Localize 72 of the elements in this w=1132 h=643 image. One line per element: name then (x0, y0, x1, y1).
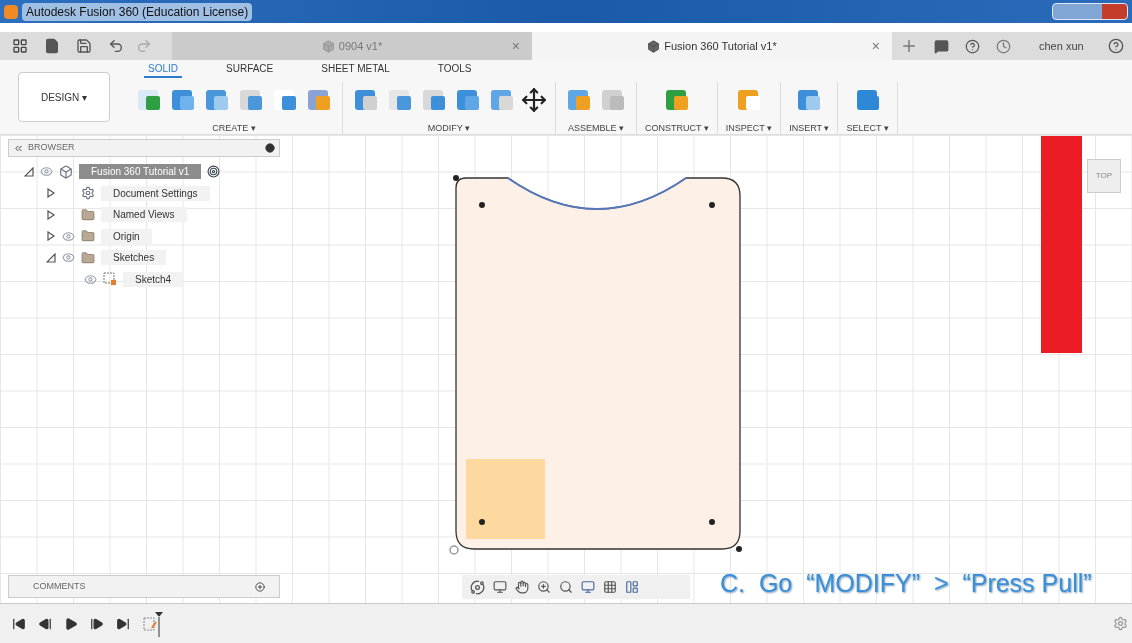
save-icon[interactable] (76, 38, 92, 54)
tool-group-menu[interactable]: MODIFY ▾ (427, 122, 471, 136)
tree-item[interactable]: Document Settings (101, 185, 210, 201)
user-name[interactable]: chen xun (1039, 37, 1084, 55)
folder-icon (81, 229, 95, 244)
next-step-icon[interactable] (90, 616, 104, 631)
panel-title: BROWSER (28, 141, 75, 155)
document-icon (647, 39, 661, 53)
fit-icon[interactable] (559, 580, 573, 594)
tab-title: Fusion 360 Tutorial v1* (664, 38, 777, 54)
canvas[interactable]: BROWSER Fusion 360 Tutorial v1 Document Settings Named Views Origin Sketches Sketch4 TOP COMMENTS C. Go “MODIFY” > “Press Pull” (0, 135, 1132, 603)
caption-text: C. Go “MODIFY” > “Press Pull” (720, 568, 1092, 599)
eye-icon[interactable] (62, 251, 75, 265)
active-indicator-icon[interactable] (207, 165, 221, 179)
component-icon (59, 164, 73, 179)
eye-icon[interactable] (84, 272, 97, 286)
tree-item[interactable]: Sketches (101, 250, 167, 266)
pan-icon[interactable] (515, 580, 529, 594)
last-step-icon[interactable] (116, 616, 130, 631)
toolbar-tab[interactable]: TOOLS (433, 61, 476, 78)
tree-item[interactable]: Origin (101, 228, 152, 244)
undo-icon[interactable] (108, 38, 124, 54)
move-icon[interactable] (521, 87, 547, 113)
zoom-icon[interactable] (537, 580, 551, 594)
new-tab-icon[interactable] (900, 37, 918, 55)
panel-title: COMMENTS (33, 579, 86, 593)
apps-grid-icon[interactable] (12, 38, 28, 54)
tree-item[interactable]: Named Views (101, 207, 187, 223)
tool-group-menu[interactable]: CONSTRUCT ▾ (645, 122, 709, 136)
expanded-triangle-icon[interactable] (46, 252, 56, 263)
collapsed-triangle-icon[interactable] (46, 209, 56, 220)
eye-icon[interactable] (40, 165, 53, 179)
tool-group-menu[interactable]: CREATE ▾ (212, 122, 256, 136)
settings-icon[interactable] (1113, 616, 1128, 631)
toolbar-tab[interactable]: SOLID (144, 61, 182, 78)
tool-group-menu[interactable]: INSPECT ▾ (725, 122, 773, 136)
minimize-panel-icon[interactable] (265, 143, 275, 153)
workspace-menu-button[interactable]: DESIGN ▾ (18, 72, 110, 122)
chat-icon[interactable] (934, 38, 949, 54)
clock-icon[interactable] (996, 38, 1011, 54)
expand-panel-icon[interactable] (255, 581, 265, 592)
orbit-icon[interactable] (470, 579, 485, 595)
close-tab-button[interactable]: × (871, 35, 880, 57)
first-step-icon[interactable] (12, 616, 26, 631)
toolbar-tab[interactable]: SHEET METAL (317, 61, 394, 78)
tree-item[interactable]: Sketch4 (123, 271, 184, 287)
eye-icon[interactable] (62, 229, 75, 243)
play-icon[interactable] (64, 616, 78, 631)
file-menu-icon[interactable] (44, 38, 60, 54)
collapsed-triangle-icon[interactable] (46, 231, 56, 242)
expanded-triangle-icon[interactable] (24, 166, 34, 177)
help-icon[interactable] (1107, 38, 1124, 54)
previous-step-icon[interactable] (38, 616, 52, 631)
window-controls-icon[interactable] (1052, 3, 1128, 20)
document-tab[interactable]: Fusion 360 Tutorial v1* × (532, 32, 892, 60)
tool-group-menu[interactable]: ASSEMBLE ▾ (568, 122, 624, 136)
tool-group-menu[interactable]: INSERT ▾ (789, 122, 830, 136)
gear-icon (81, 186, 95, 201)
document-icon (321, 39, 335, 53)
app-logo-icon (4, 4, 18, 19)
grid-icon[interactable] (603, 580, 617, 594)
toolbar-tab[interactable]: SURFACE (222, 61, 278, 78)
viewports-icon[interactable] (625, 580, 639, 594)
display-settings-icon[interactable] (581, 580, 595, 594)
sketch-icon (103, 272, 117, 287)
collapsed-triangle-icon[interactable] (46, 188, 56, 199)
timeline-sketch-icon[interactable] (142, 609, 164, 638)
tab-title: 0904 v1* (338, 38, 383, 54)
window-title: Autodesk Fusion 360 (Education License) (22, 2, 253, 21)
folder-icon (81, 250, 95, 265)
folder-icon (81, 207, 95, 222)
tool-group-menu[interactable]: SELECT ▾ (846, 122, 889, 136)
